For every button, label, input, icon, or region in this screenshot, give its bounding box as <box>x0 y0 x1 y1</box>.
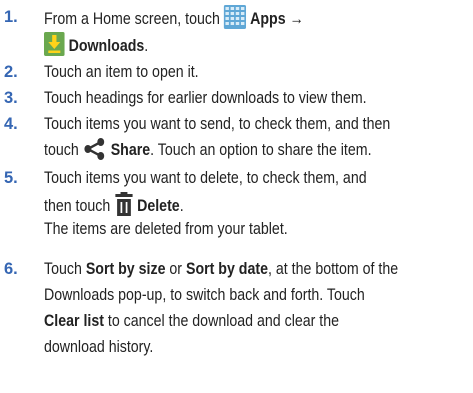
share-icon <box>83 138 107 167</box>
delete-label: Delete <box>137 197 180 215</box>
step-6-line-3: Clear list to cancel the download and cl… <box>44 309 339 333</box>
clear-list-label: Clear list <box>44 312 104 330</box>
step-text: or <box>165 260 186 278</box>
step-text: , at the bottom of the <box>267 260 399 278</box>
step-4-line-1: Touch items you want to send, to check t… <box>44 115 391 133</box>
step-6-line-4: download history. <box>44 338 154 356</box>
sort-by-date-label: Sort by date <box>185 260 268 278</box>
step-1-line-2: Downloads. <box>44 32 148 63</box>
step-2-text: Touch an item to open it. <box>44 63 199 81</box>
step-3-text: Touch headings for earlier downloads to … <box>44 89 367 107</box>
step-number: 3. <box>4 89 18 107</box>
share-label: Share <box>110 141 151 159</box>
sort-by-size-label: Sort by size <box>85 260 166 278</box>
step-text: Touch <box>44 260 86 278</box>
step-text: touch <box>44 141 83 159</box>
step-text: . <box>179 197 184 215</box>
step-text: to cancel the download and clear the <box>103 312 340 330</box>
step-number: 2. <box>4 63 18 81</box>
arrow: → <box>285 10 304 28</box>
step-6-line-2: Downloads pop-up, to switch back and for… <box>44 286 365 304</box>
step-4-line-2: touch Share. Touch an option to share th… <box>44 138 372 167</box>
apps-grid-icon <box>223 5 247 36</box>
downloads-label: Downloads <box>68 37 145 55</box>
step-number: 6. <box>4 260 18 278</box>
apps-label: Apps <box>250 10 286 28</box>
step-5-line-1: Touch items you want to delete, to check… <box>44 169 367 187</box>
step-6-line-1: Touch Sort by size or Sort by date, at t… <box>44 257 398 281</box>
step-text: then touch <box>44 197 115 215</box>
step-5-line-3: The items are deleted from your tablet. <box>44 220 288 238</box>
download-arrow-icon <box>44 32 65 63</box>
step-text: . <box>144 37 149 55</box>
step-number: 5. <box>4 169 18 187</box>
step-text: From a Home screen, touch <box>44 10 224 28</box>
step-number: 1. <box>4 8 18 26</box>
step-text: . Touch an option to share the item. <box>150 141 372 159</box>
step-number: 4. <box>4 115 18 133</box>
